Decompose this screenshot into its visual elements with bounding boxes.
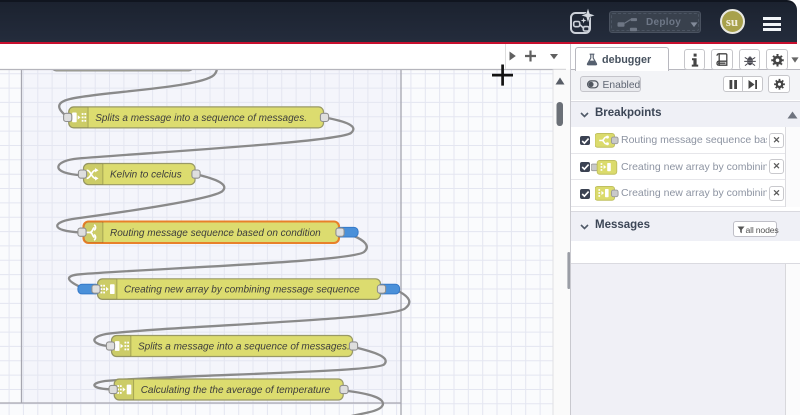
svg-text:Calculating the the average of: Calculating the the average of temperatu… [141,385,331,396]
svg-text:Creating new array by combinin: Creating new array by combining message … [124,285,360,296]
svg-text:Splits a message into a sequen: Splits a message into a sequence of mess… [95,113,307,124]
svg-text:Kelvin to celcius: Kelvin to celcius [110,170,182,181]
svg-text:Splits a message into a sequen: Splits a message into a sequence of mess… [138,342,350,353]
svg-text:Routing message sequence based: Routing message sequence based on condit… [110,228,321,239]
